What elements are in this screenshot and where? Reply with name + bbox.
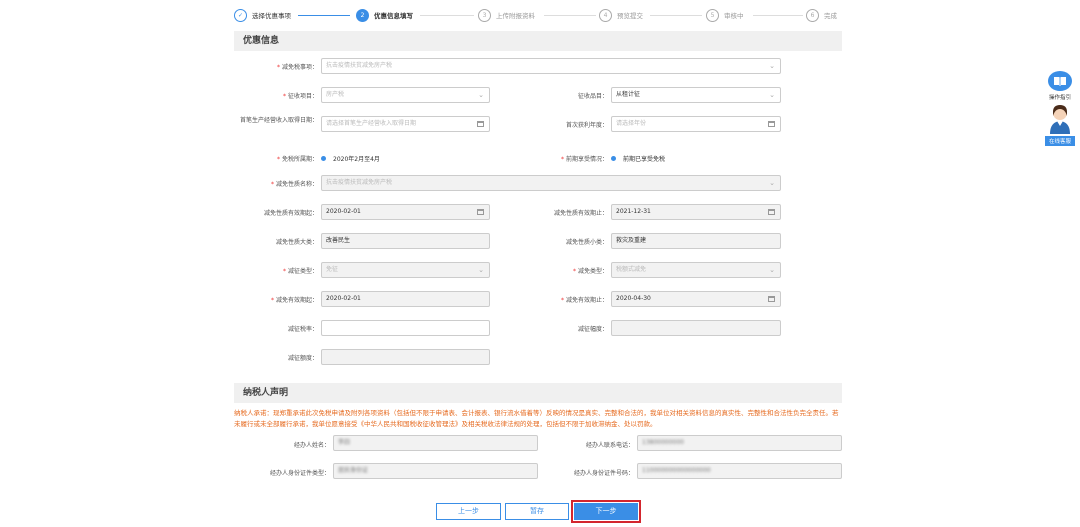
agent-idno-label: 经办人身份证件号码： [573, 470, 634, 477]
step-2: 2 优惠信息填写 [356, 8, 413, 22]
chevron-down-icon: ⌄ [769, 91, 775, 99]
calendar-icon [768, 121, 775, 127]
step-3: 3 上传附报资料 [478, 8, 535, 22]
customer-service-avatar-icon [1045, 104, 1075, 134]
reduction-ratio-input[interactable] [611, 320, 781, 336]
valid-end-label: * 减免有效期止： [560, 297, 608, 304]
step-connector [420, 15, 474, 16]
save-draft-button[interactable]: 暂存 [505, 503, 569, 520]
step-number: 6 [806, 8, 819, 22]
reduction-amount-input[interactable] [321, 349, 490, 365]
operation-guide-widget[interactable]: 操作指引 [1045, 71, 1075, 101]
agent-phone-label: 经办人联系电话： [585, 442, 634, 449]
step-1: ✓ 选择优惠事项 [234, 8, 291, 22]
nature-end-input[interactable]: 2021-12-31 [611, 204, 781, 220]
online-service-widget[interactable]: 在线客服 [1045, 104, 1075, 146]
step-connector [298, 15, 350, 16]
step-4: 4 预览提交 [599, 8, 643, 22]
valid-end-input[interactable]: 2020-04-30 [611, 291, 781, 307]
step-number: 2 [356, 8, 369, 22]
step-label: 选择优惠事项 [252, 12, 291, 20]
first-profit-year-input[interactable]: 请选择年份 [611, 116, 781, 132]
chevron-down-icon: ⌄ [478, 266, 484, 274]
agent-idno-input[interactable]: 110000000000000000 [637, 463, 842, 479]
chevron-down-icon: ⌄ [478, 91, 484, 99]
valid-start-input[interactable]: 2020-02-01 [321, 291, 490, 307]
prior-enjoy-radio[interactable]: 前期已享受免税 [611, 154, 665, 163]
levy-subitem-select[interactable]: 从租计征 ⌄ [611, 87, 781, 103]
nature-start-input[interactable]: 2020-02-01 [321, 204, 490, 220]
step-label: 优惠信息填写 [374, 12, 413, 20]
calendar-icon [477, 121, 484, 127]
calendar-icon [477, 209, 484, 215]
valid-start-label: * 减免有效期起： [270, 297, 318, 304]
online-service-label: 在线客服 [1045, 136, 1075, 146]
reduction-item-label: * 减免税事项： [276, 64, 318, 71]
collection-type-label: * 减征类型： [282, 268, 318, 275]
reduction-type-label: * 减免类型： [572, 268, 608, 275]
reduction-amount-label: 减征额度： [287, 355, 318, 362]
chevron-down-icon: ⌄ [769, 179, 775, 187]
prev-step-button[interactable]: 上一步 [436, 503, 501, 520]
radio-selected-icon [321, 156, 326, 161]
step-label: 上传附报资料 [496, 12, 535, 20]
taxpayer-commitment-notice: 纳税人承诺：现郑重承诺此次免税申请及附列各项资料（包括但不限于申请表、会计报表、… [234, 409, 839, 428]
chevron-down-icon: ⌄ [769, 266, 775, 274]
section-header-taxpayer-statement: 纳税人声明 [234, 383, 842, 403]
prior-enjoy-label: * 前期享受情况： [560, 156, 608, 163]
calendar-icon [768, 209, 775, 215]
highlight-box [571, 500, 641, 523]
step-6: 6 完成 [806, 8, 837, 22]
step-label: 完成 [824, 12, 837, 20]
reduction-type-select[interactable]: 税额式减免 ⌄ [611, 262, 781, 278]
nature-end-label: 减免性质有效期止： [553, 210, 608, 217]
agent-phone-input[interactable]: 13800000000 [637, 435, 842, 451]
step-connector [544, 15, 596, 16]
nature-major-label: 减免性质大类： [275, 239, 318, 246]
agent-idtype-label: 经办人身份证件类型： [269, 470, 330, 477]
nature-major-input[interactable]: 改善民生 [321, 233, 490, 249]
first-profit-year-label: 首次获利年度： [565, 122, 608, 129]
reduction-rate-label: 减征税率： [287, 326, 318, 333]
operation-guide-label: 操作指引 [1048, 95, 1071, 101]
radio-selected-icon [611, 156, 616, 161]
step-label: 预览提交 [617, 12, 643, 20]
levy-subitem-label: 征收品目： [577, 93, 608, 100]
book-icon [1048, 71, 1072, 91]
nature-minor-label: 减免性质小类： [565, 239, 608, 246]
section-header-discount-info: 优惠信息 [234, 31, 842, 51]
agent-name-input[interactable]: 李四 [333, 435, 538, 451]
levy-item-label: * 征收项目： [282, 93, 318, 100]
nature-name-select[interactable]: 抗击疫情扶贫减免房产税 ⌄ [321, 175, 781, 191]
chevron-down-icon: ⌄ [769, 62, 775, 70]
reduction-item-select[interactable]: 抗击疫情扶贫减免房产税 ⌄ [321, 58, 781, 74]
step-label: 审核中 [724, 12, 744, 20]
step-connector [650, 15, 702, 16]
exemption-period-label: * 免税所属期： [276, 156, 318, 163]
step-5: 5 审核中 [706, 8, 744, 22]
levy-item-select[interactable]: 房产税 ⌄ [321, 87, 490, 103]
step-connector [753, 15, 803, 16]
exemption-period-radio[interactable]: 2020年2月至4月 [321, 154, 380, 163]
first-income-date-label: 首笔生产经营收入取得日期： [239, 117, 318, 124]
nature-start-label: 减免性质有效期起： [263, 210, 318, 217]
first-income-date-input[interactable]: 请选择首笔生产经营收入取得日期 [321, 116, 490, 132]
agent-idtype-input[interactable]: 居民身份证 [333, 463, 538, 479]
nature-name-label: * 减免性质名称： [270, 181, 318, 188]
check-icon: ✓ [234, 8, 247, 22]
agent-name-label: 经办人姓名： [293, 442, 330, 449]
collection-type-select[interactable]: 免征 ⌄ [321, 262, 490, 278]
step-number: 5 [706, 8, 719, 22]
reduction-ratio-label: 减征幅度： [577, 326, 608, 333]
reduction-rate-input[interactable] [321, 320, 490, 336]
calendar-icon [768, 296, 775, 302]
nature-minor-input[interactable]: 救灾及重建 [611, 233, 781, 249]
step-number: 4 [599, 8, 612, 22]
step-number: 3 [478, 8, 491, 22]
